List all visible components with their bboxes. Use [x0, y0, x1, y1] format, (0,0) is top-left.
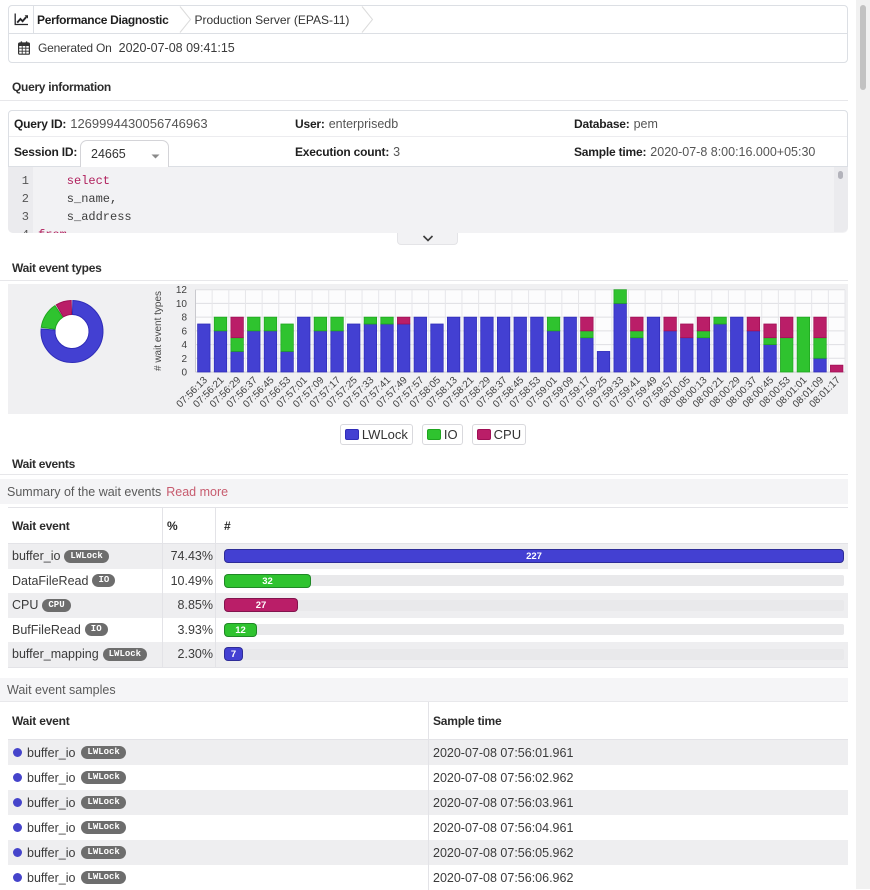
- svg-text:12: 12: [176, 285, 188, 296]
- svg-text:0: 0: [181, 368, 187, 379]
- svg-text:2: 2: [181, 354, 187, 365]
- svg-text:8: 8: [181, 313, 187, 324]
- svg-text:10: 10: [176, 299, 188, 310]
- svg-text:6: 6: [181, 326, 187, 337]
- svg-text:4: 4: [181, 340, 187, 351]
- svg-text:# wait event types: # wait event types: [153, 291, 164, 371]
